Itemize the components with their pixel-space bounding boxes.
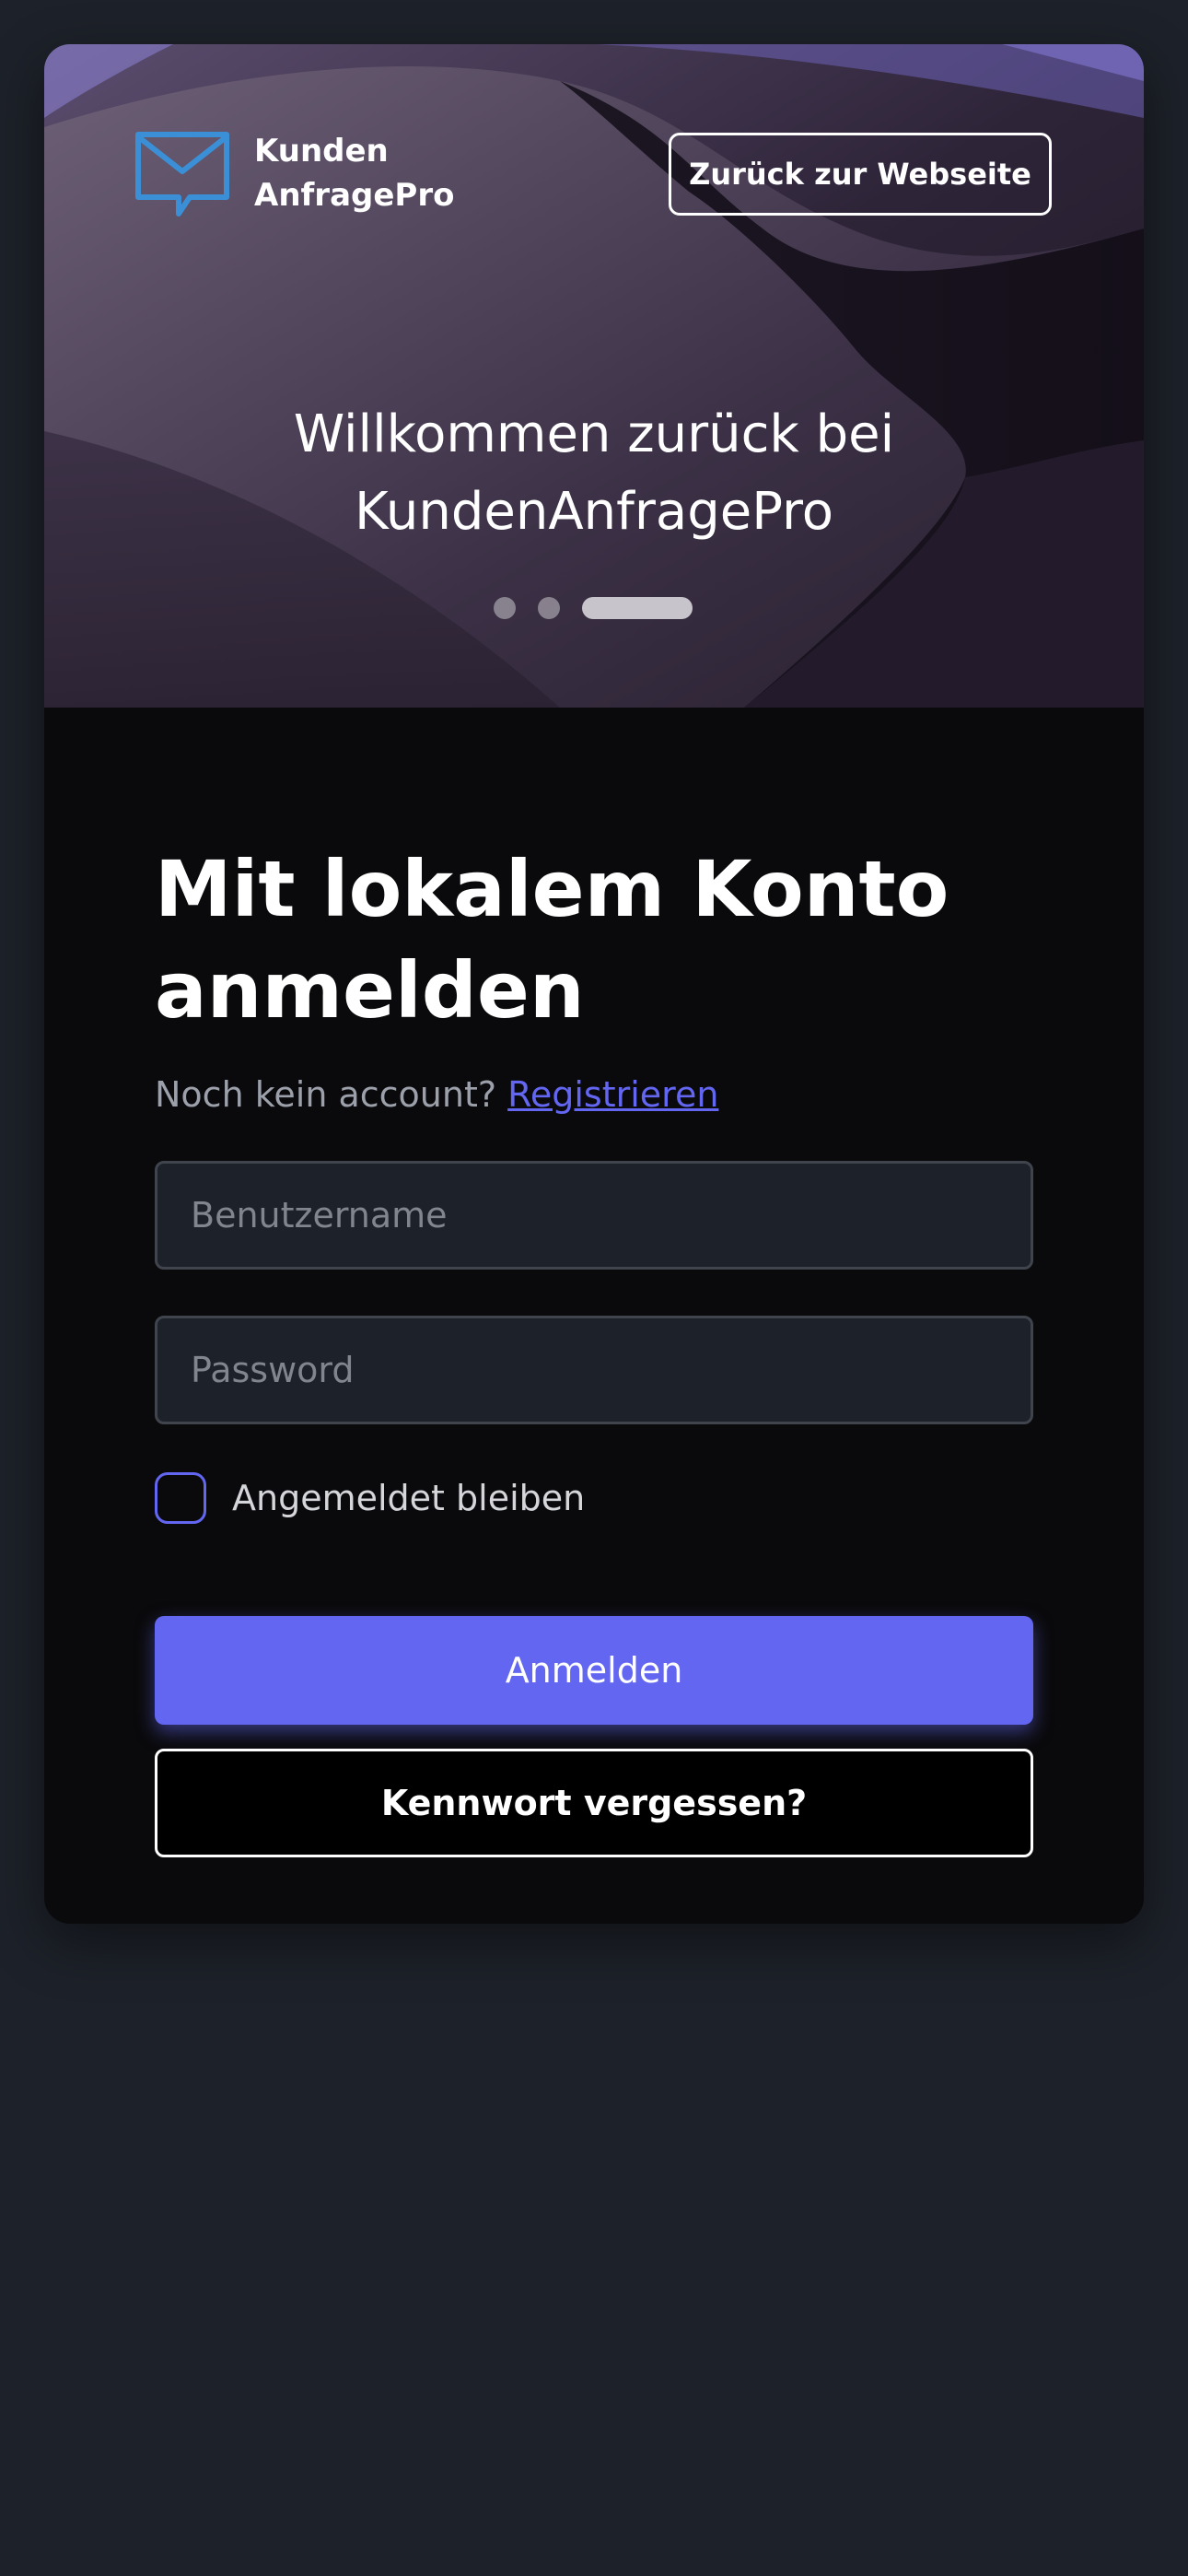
forgot-password-button[interactable]: Kennwort vergessen? [155,1749,1033,1857]
remember-me-row: Angemeldet bleiben [155,1470,585,1526]
login-card: Kunden AnfragePro Zurück zur Webseite Wi… [44,44,1144,1924]
carousel-indicators [44,597,1144,619]
brand-line-2: AnfragePro [254,177,455,214]
username-input[interactable] [155,1161,1033,1270]
carousel-dot-2[interactable] [538,597,560,619]
page-title-line-1: Mit lokalem Konto [155,844,949,934]
hero-banner: Kunden AnfragePro Zurück zur Webseite Wi… [44,44,1144,708]
login-button[interactable]: Anmelden [155,1616,1033,1725]
carousel-dot-1[interactable] [494,597,516,619]
back-to-website-button[interactable]: Zurück zur Webseite [669,133,1052,216]
page-title: Mit lokalem Konto anmelden [155,838,1033,1041]
mail-chat-icon [135,132,229,217]
page-title-line-2: anmelden [155,945,585,1036]
signup-prompt: Noch kein account? Registrieren [155,1074,718,1115]
welcome-line-1: Willkommen zurück bei [293,404,895,464]
password-input[interactable] [155,1316,1033,1424]
no-account-text: Noch kein account? [155,1074,497,1115]
brand-line-1: Kunden [254,133,389,170]
remember-me-checkbox[interactable] [155,1472,206,1524]
register-link[interactable]: Registrieren [507,1074,718,1115]
brand-name: Kunden AnfragePro [254,129,454,217]
welcome-line-2: KundenAnfragePro [354,482,834,542]
welcome-title: Willkommen zurück bei KundenAnfragePro [44,396,1144,551]
carousel-dot-3-active[interactable] [582,597,693,619]
remember-me-label: Angemeldet bleiben [232,1478,586,1518]
